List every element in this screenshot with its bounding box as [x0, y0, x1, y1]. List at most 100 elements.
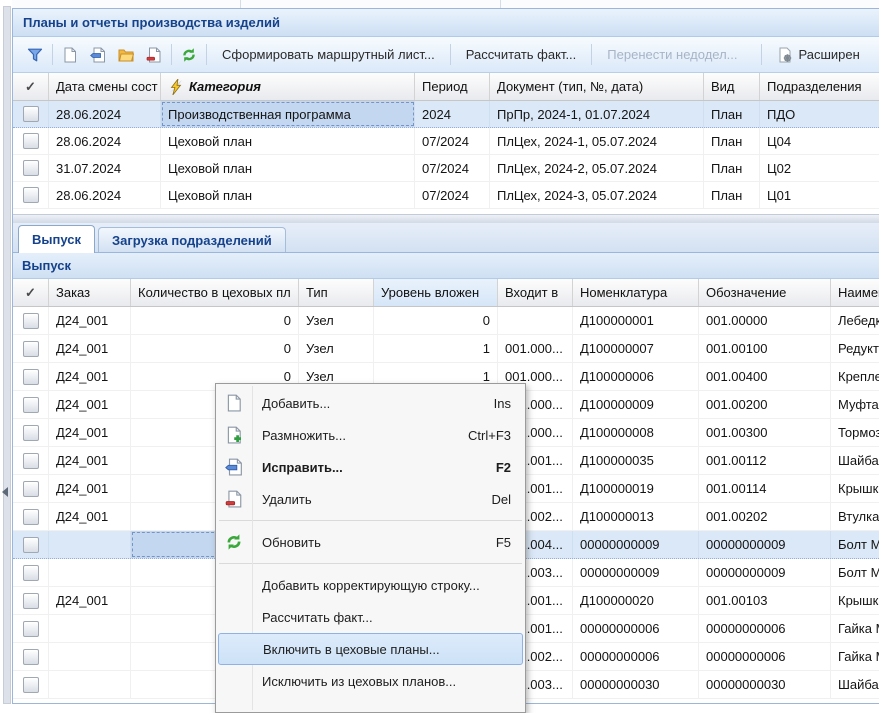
grid-cell[interactable]: 001.00103	[699, 587, 831, 614]
grid-cell[interactable]: 00000000009	[573, 559, 699, 586]
grid-cell[interactable]: 0	[131, 335, 299, 362]
grid-cell[interactable]: Д24_001	[49, 419, 131, 446]
grid-cell[interactable]: Гайка М	[831, 615, 879, 642]
column-header[interactable]: Период	[415, 73, 490, 100]
grid-cell[interactable]: Узел	[299, 335, 374, 362]
grid-cell[interactable]: Д100000020	[573, 587, 699, 614]
grid-cell[interactable]: Д100000019	[573, 475, 699, 502]
row-checkbox[interactable]	[23, 397, 39, 413]
grid-cell[interactable]: Шайба	[831, 671, 879, 698]
edit-button[interactable]	[84, 44, 112, 66]
grid-cell[interactable]: 001.00000	[699, 307, 831, 334]
row-checkbox[interactable]	[23, 621, 39, 637]
grid-cell[interactable]: Шайба	[831, 447, 879, 474]
grid-cell[interactable]: Д100000013	[573, 503, 699, 530]
add-button[interactable]	[56, 44, 84, 66]
row-checkbox[interactable]	[23, 160, 39, 176]
grid-cell[interactable]: Цеховой план	[161, 128, 415, 154]
row-checkbox[interactable]	[23, 425, 39, 441]
grid-cell[interactable]: 00000000006	[573, 615, 699, 642]
grid-cell[interactable]: Д100000006	[573, 363, 699, 390]
column-header[interactable]: Категория	[161, 73, 415, 100]
grid-cell[interactable]: План	[704, 128, 760, 154]
grid-cell[interactable]: Ц01	[760, 182, 879, 208]
menu-item[interactable]: Исключить из цеховых планов...	[216, 665, 525, 697]
refresh-button[interactable]	[175, 44, 203, 66]
grid-cell[interactable]: 001.00200	[699, 391, 831, 418]
grid-cell[interactable]: ПлЦех, 2024-3, 05.07.2024	[490, 182, 704, 208]
grid-cell[interactable]: Д24_001	[49, 447, 131, 474]
grid-cell[interactable]: Редукто	[831, 335, 879, 362]
menu-item[interactable]: Добавить...Ins	[216, 387, 525, 419]
grid-cell[interactable]: 001.00100	[699, 335, 831, 362]
menu-item[interactable]: Добавить корректирующую строку...	[216, 569, 525, 601]
grid-cell[interactable]: 07/2024	[415, 182, 490, 208]
grid-cell[interactable]: 28.06.2024	[49, 101, 161, 127]
table-row[interactable]: 28.06.2024Цеховой план07/2024ПлЦех, 2024…	[13, 128, 879, 155]
grid-cell[interactable]: 0	[131, 307, 299, 334]
grid-cell[interactable]	[498, 307, 573, 334]
table-row[interactable]: 28.06.2024Производственная программа2024…	[13, 101, 879, 128]
grid-cell[interactable]: ПлЦех, 2024-2, 05.07.2024	[490, 155, 704, 181]
grid-cell[interactable]: 00000000006	[699, 643, 831, 670]
row-checkbox[interactable]	[23, 106, 39, 122]
grid-cell[interactable]: ПрПр, 2024-1, 01.07.2024	[490, 101, 704, 127]
table-row[interactable]: Д24_0010Узел0Д100000001001.00000Лебедк	[13, 307, 879, 335]
grid-cell[interactable]: 00000000006	[699, 615, 831, 642]
column-header[interactable]: Уровень вложен	[374, 279, 498, 306]
grid-cell[interactable]: Д100000035	[573, 447, 699, 474]
column-header[interactable]: Обозначение	[699, 279, 831, 306]
grid-cell[interactable]: 28.06.2024	[49, 182, 161, 208]
grid-cell[interactable]: Тормоз	[831, 419, 879, 446]
row-checkbox[interactable]	[23, 649, 39, 665]
grid-cell[interactable]: 00000000009	[699, 559, 831, 586]
grid-cell[interactable]: Д100000001	[573, 307, 699, 334]
grid-cell[interactable]: Д24_001	[49, 363, 131, 390]
grid-cell[interactable]	[49, 671, 131, 698]
table-row[interactable]: 28.06.2024Цеховой план07/2024ПлЦех, 2024…	[13, 182, 879, 209]
grid-cell[interactable]: 07/2024	[415, 128, 490, 154]
grid-cell[interactable]: 00000000009	[699, 531, 831, 558]
menu-item[interactable]: Рассчитать факт...	[216, 601, 525, 633]
extended-button[interactable]: Расширен	[765, 44, 879, 66]
row-checkbox[interactable]	[23, 537, 39, 553]
row-checkbox[interactable]	[23, 369, 39, 385]
grid-cell[interactable]: Ц02	[760, 155, 879, 181]
row-checkbox[interactable]	[23, 453, 39, 469]
table-row[interactable]: 31.07.2024Цеховой план07/2024ПлЦех, 2024…	[13, 155, 879, 182]
grid-cell[interactable]: Крепле	[831, 363, 879, 390]
grid-cell[interactable]: 31.07.2024	[49, 155, 161, 181]
grid-cell[interactable]: Цеховой план	[161, 182, 415, 208]
grid-cell[interactable]: Гайка М	[831, 643, 879, 670]
grid-cell[interactable]: Производственная программа	[161, 101, 415, 127]
row-checkbox[interactable]	[23, 481, 39, 497]
select-all-column-header[interactable]: ✓	[13, 73, 49, 100]
column-header[interactable]: Наимен	[831, 279, 879, 306]
grid-cell[interactable]: Д24_001	[49, 475, 131, 502]
grid-cell[interactable]: 1	[374, 335, 498, 362]
grid-cell[interactable]: 001.00112	[699, 447, 831, 474]
open-button[interactable]	[112, 44, 140, 66]
delete-button[interactable]	[140, 44, 168, 66]
grid-cell[interactable]: 001.00114	[699, 475, 831, 502]
filter-button[interactable]	[21, 44, 49, 66]
grid-cell[interactable]: 00000000030	[699, 671, 831, 698]
grid-cell[interactable]: Цеховой план	[161, 155, 415, 181]
grid-cell[interactable]: Д24_001	[49, 391, 131, 418]
grid-cell[interactable]: ПлЦех, 2024-1, 05.07.2024	[490, 128, 704, 154]
grid-cell[interactable]: 001.00300	[699, 419, 831, 446]
row-checkbox[interactable]	[23, 677, 39, 693]
form-route-sheet-button[interactable]: Сформировать маршрутный лист...	[210, 44, 447, 65]
grid-cell[interactable]: ПДО	[760, 101, 879, 127]
horizontal-splitter[interactable]	[13, 214, 879, 223]
grid-cell[interactable]: Д100000009	[573, 391, 699, 418]
grid-cell[interactable]: План	[704, 101, 760, 127]
grid-cell[interactable]: Узел	[299, 307, 374, 334]
grid-cell[interactable]: 00000000030	[573, 671, 699, 698]
grid-cell[interactable]: 001.00400	[699, 363, 831, 390]
row-checkbox[interactable]	[23, 187, 39, 203]
tab-load-divisions[interactable]: Загрузка подразделений	[98, 227, 286, 252]
menu-item[interactable]: Исправить...F2	[216, 451, 525, 483]
column-header[interactable]: Количество в цеховых пл	[131, 279, 299, 306]
column-header[interactable]: Документ (тип, №, дата)	[490, 73, 704, 100]
